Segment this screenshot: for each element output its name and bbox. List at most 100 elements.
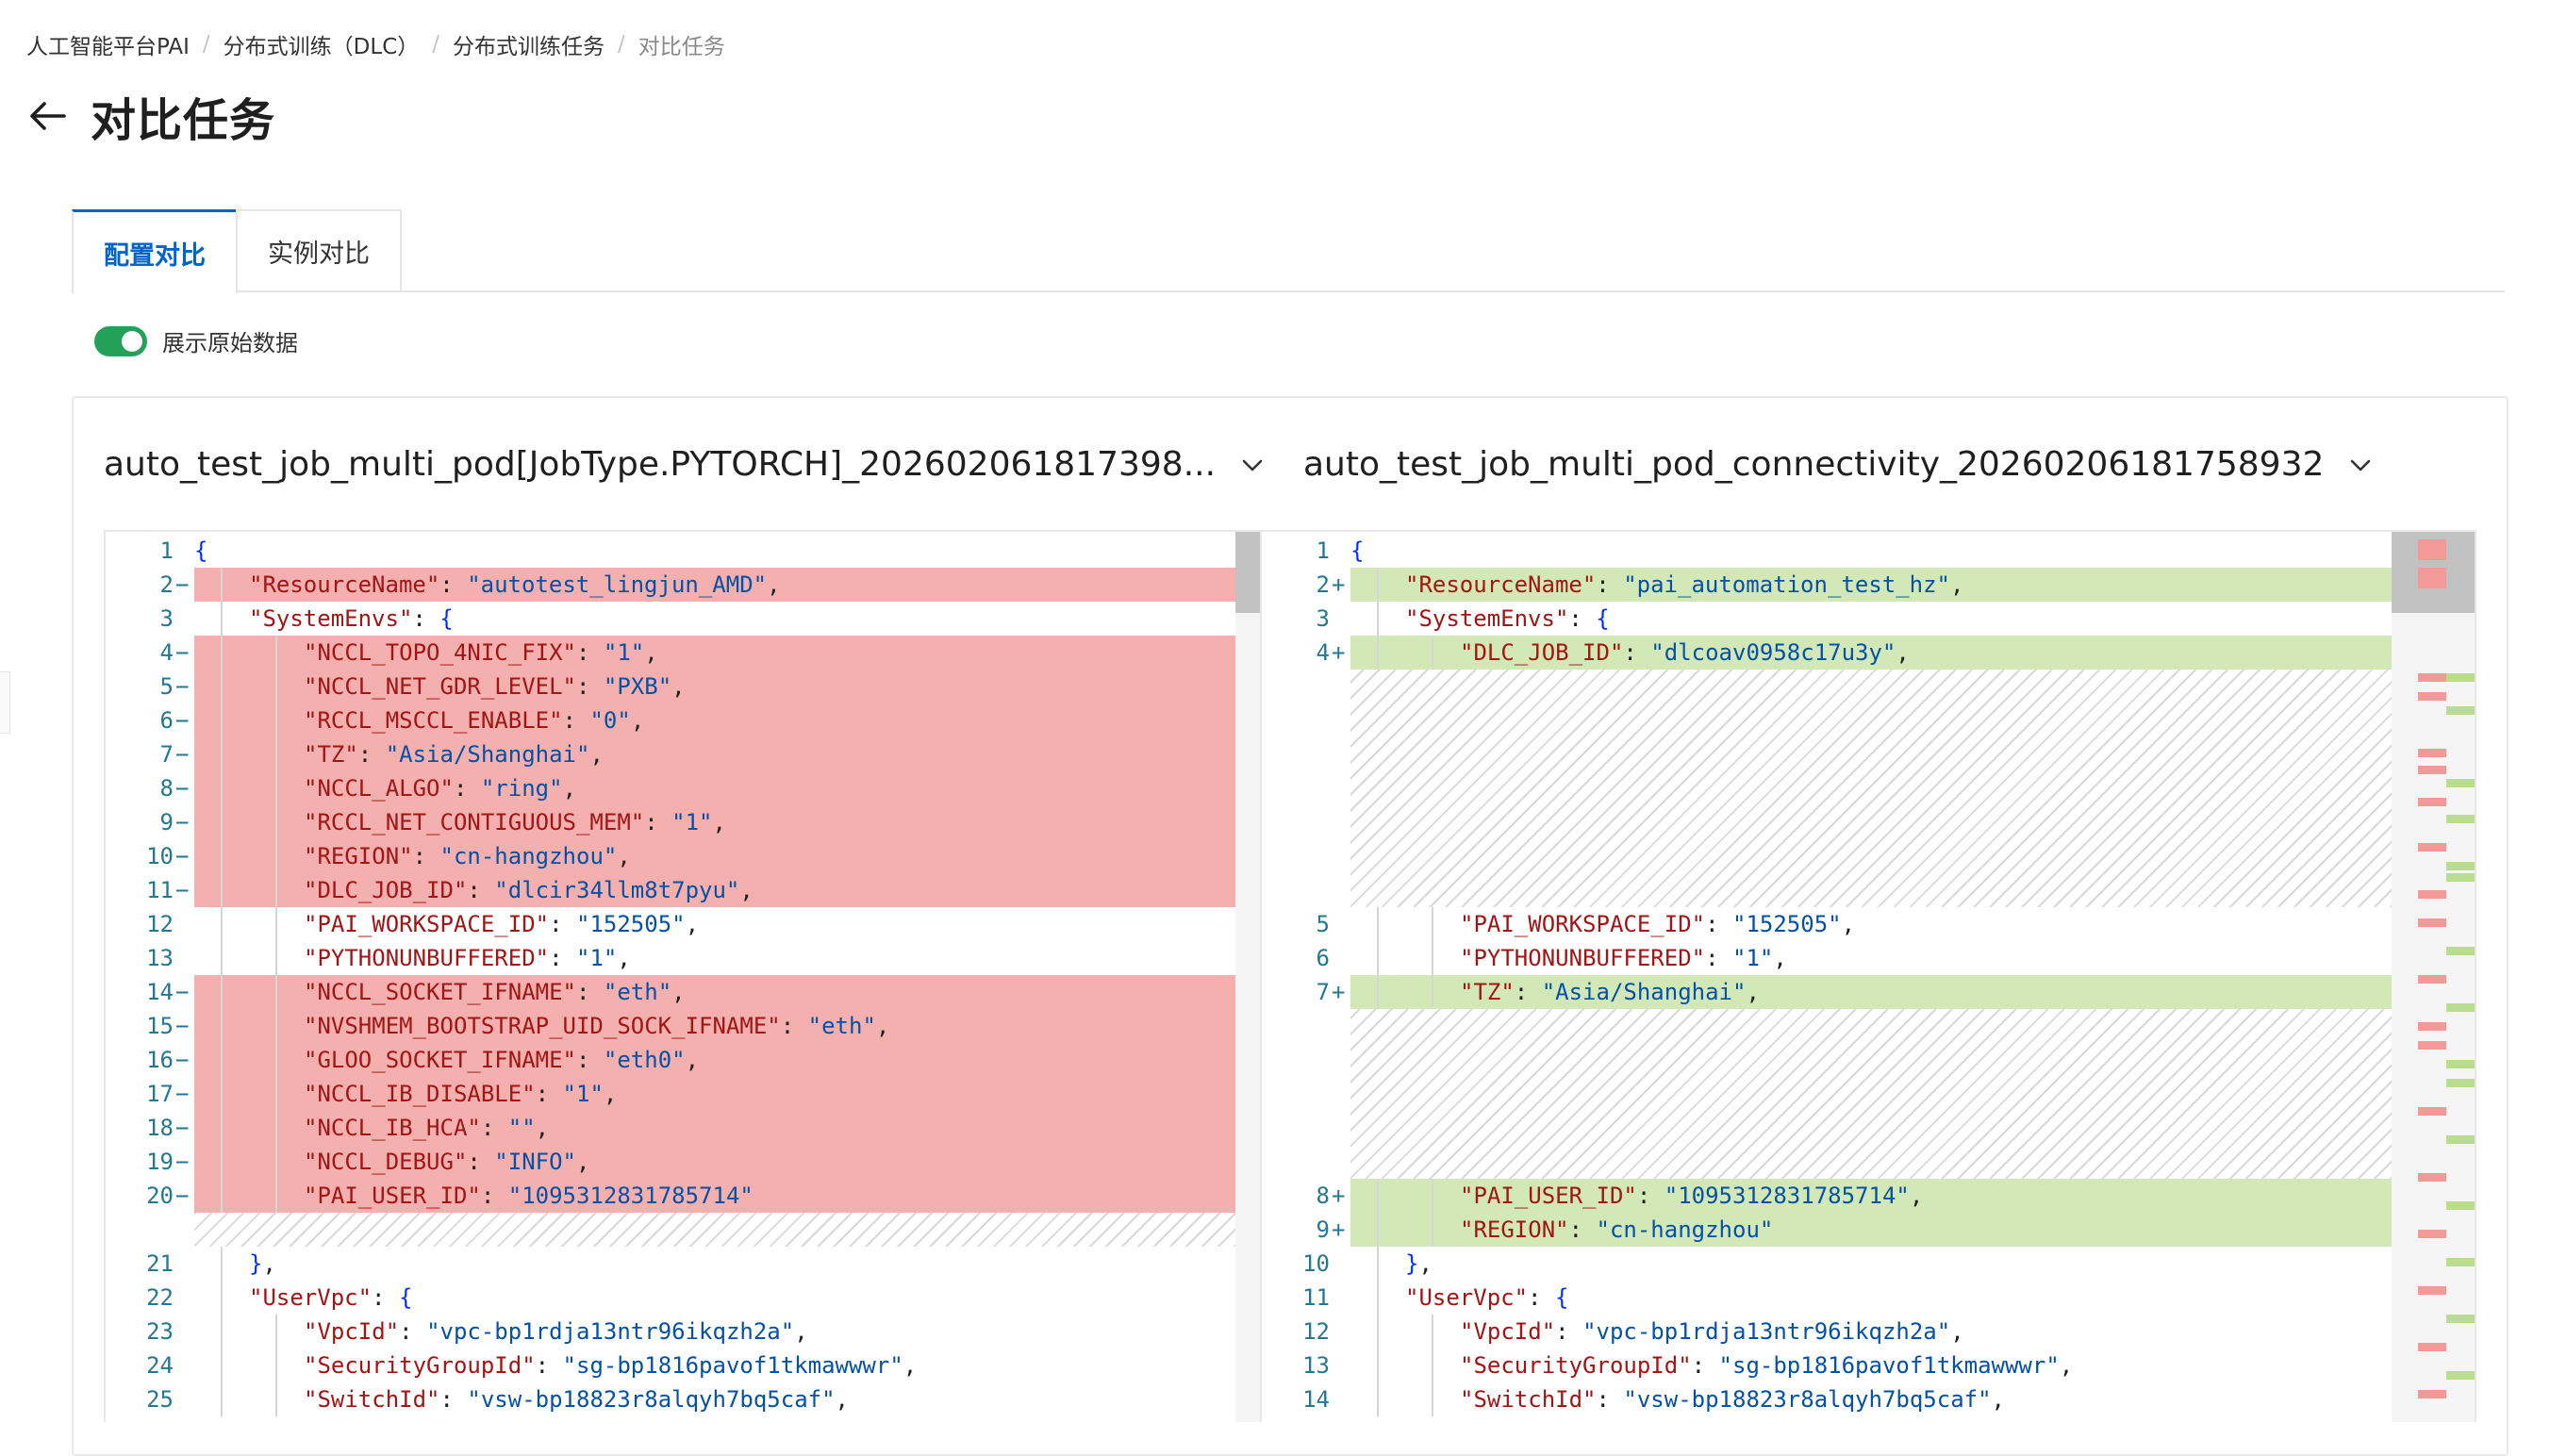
- line-number: 13: [146, 945, 174, 971]
- code-line: 9− "RCCL_NET_CONTIGUOUS_MEM": "1",: [106, 805, 1235, 839]
- diff-marker: −: [175, 1149, 190, 1175]
- indent-guide: [221, 670, 223, 703]
- diff-editor-left[interactable]: 1{2− "ResourceName": "autotest_lingjun_AM…: [104, 530, 1262, 1422]
- indent-guide: [221, 873, 223, 907]
- indent-guide: [221, 1077, 223, 1111]
- left-scrollbar-thumb[interactable]: [1235, 532, 1262, 613]
- breadcrumb-item-pai[interactable]: 人工智能平台PAI: [26, 28, 190, 60]
- code-text: "UserVpc": {: [249, 1284, 413, 1311]
- code-text: "REGION": "cn-hangzhou": [1350, 1213, 2392, 1247]
- code-text: },: [1405, 1250, 1433, 1277]
- diff-filler: [1350, 670, 2392, 907]
- line-number: 6: [159, 707, 174, 734]
- overview-mark-added: [2446, 1258, 2475, 1266]
- right-job-select[interactable]: auto_test_job_multi_pod_connectivity_202…: [1303, 445, 2373, 484]
- indent-guide: [1377, 568, 1379, 602]
- code-text: "PAI_WORKSPACE_ID": "152505",: [304, 911, 700, 937]
- tab-config-compare[interactable]: 配置对比: [72, 209, 238, 293]
- indent-guide: [275, 1009, 277, 1043]
- code-text: "DLC_JOB_ID": "dlcoav0958c17u3y",: [1350, 636, 2392, 670]
- diff-marker: −: [175, 1081, 190, 1107]
- line-number: 6: [1316, 945, 1330, 971]
- indent-guide: [1377, 941, 1379, 975]
- code-text: "NCCL_ALGO": "ring",: [194, 771, 1235, 805]
- overview-mark-added: [2446, 947, 2475, 955]
- overview-mark-deleted: [2418, 749, 2446, 757]
- indent-guide: [221, 602, 223, 636]
- breadcrumb-separator: /: [432, 32, 440, 57]
- indent-guide: [1377, 1281, 1379, 1315]
- code-text: "NCCL_DEBUG": "INFO",: [194, 1145, 1235, 1179]
- indent-guide: [275, 1348, 277, 1382]
- indent-guide: [275, 941, 277, 975]
- code-line: 2 + "ResourceName": "pai_automation_test_h…: [1262, 568, 2392, 602]
- indent-guide: [221, 1315, 223, 1348]
- line-number: 3: [1316, 605, 1330, 632]
- code-line: 7 + "TZ": "Asia/Shanghai",: [1262, 975, 2392, 1009]
- code-line: 10},: [1262, 1247, 2392, 1281]
- code-line: 1{: [106, 534, 1235, 568]
- diff-marker: +: [1332, 639, 1346, 666]
- code-line: 5− "NCCL_NET_GDR_LEVEL": "PXB",: [106, 670, 1235, 703]
- indent-guide: [1377, 975, 1379, 1009]
- overview-mark-deleted: [2418, 1343, 2446, 1351]
- indent-guide: [221, 737, 223, 771]
- code-text: "NCCL_IB_HCA": "",: [194, 1111, 1235, 1145]
- tab-instance-compare[interactable]: 实例对比: [236, 209, 402, 290]
- overview-mark-deleted: [2418, 673, 2446, 682]
- arrow-left-icon[interactable]: [26, 94, 70, 138]
- line-number: 5: [159, 673, 174, 700]
- overview-mark-deleted: [2418, 798, 2446, 806]
- diff-marker: −: [175, 775, 190, 802]
- code-text: {: [1350, 538, 1365, 564]
- indent-guide: [275, 873, 277, 907]
- indent-guide: [1432, 1213, 1433, 1247]
- code-text: "SecurityGroupId": "sg-bp1816pavof1tkmaw…: [1460, 1352, 2074, 1379]
- raw-data-toggle[interactable]: [94, 325, 147, 356]
- line-number: 7: [1316, 979, 1330, 1005]
- code-text: "TZ": "Asia/Shanghai",: [1350, 975, 2392, 1009]
- indent-guide: [221, 1179, 223, 1213]
- breadcrumb-item-current: 对比任务: [638, 35, 725, 59]
- indent-guide: [275, 907, 277, 941]
- breadcrumb-item-dlc[interactable]: 分布式训练（DLC）: [224, 28, 420, 60]
- left-job-select[interactable]: auto_test_job_multi_pod[JobType.PYTORCH]…: [104, 445, 1265, 484]
- indent-guide: [221, 839, 223, 873]
- code-text: "SecurityGroupId": "sg-bp1816pavof1tkmaw…: [304, 1352, 918, 1379]
- overview-mark-added: [2446, 862, 2475, 870]
- code-text: "PYTHONUNBUFFERED": "1",: [304, 945, 631, 971]
- line-number: 21: [146, 1250, 174, 1277]
- diff-editor-right[interactable]: 1{2 + "ResourceName": "pai_automation_test…: [1260, 530, 2476, 1422]
- overview-mark-deleted: [2418, 539, 2446, 560]
- code-line: 2− "ResourceName": "autotest_lingjun_AMD"…: [106, 568, 1235, 602]
- code-line: 11− "DLC_JOB_ID": "dlcir34llm8t7pyu",: [106, 873, 1235, 907]
- diff-marker: +: [1332, 979, 1346, 1005]
- diff-marker: −: [175, 1115, 190, 1141]
- overview-mark-deleted: [2418, 1230, 2446, 1238]
- line-number: 17: [146, 1081, 174, 1107]
- overview-ruler[interactable]: [2392, 532, 2475, 1422]
- line-number: 19: [146, 1149, 174, 1175]
- code-line: 11 "UserVpc": {: [1262, 1281, 2392, 1315]
- left-scrollbar[interactable]: [1235, 532, 1262, 1422]
- page-header: 对比任务: [26, 83, 275, 149]
- overview-mark-deleted: [2418, 692, 2446, 701]
- line-number: 10: [146, 843, 174, 869]
- side-panel-handle[interactable]: [0, 671, 10, 734]
- indent-guide: [1377, 1213, 1379, 1247]
- overview-mark-deleted: [2418, 918, 2446, 927]
- code-text: "RCCL_MSCCL_ENABLE": "0",: [194, 703, 1235, 737]
- diff-filler: [194, 1213, 1235, 1247]
- page-title: 对比任务: [91, 94, 276, 147]
- indent-guide: [275, 703, 277, 737]
- overview-mark-added: [2446, 706, 2475, 715]
- indent-guide: [221, 1009, 223, 1043]
- diff-marker: −: [175, 639, 190, 666]
- indent-guide: [275, 1111, 277, 1145]
- code-text: "GLOO_SOCKET_IFNAME": "eth0",: [194, 1043, 1235, 1077]
- breadcrumb-item-dlc-jobs[interactable]: 分布式训练任务: [453, 28, 604, 60]
- line-number: 25: [146, 1386, 174, 1413]
- diff-marker: −: [175, 877, 190, 903]
- line-number: 24: [146, 1352, 174, 1379]
- diff-filler: [1350, 1009, 2392, 1179]
